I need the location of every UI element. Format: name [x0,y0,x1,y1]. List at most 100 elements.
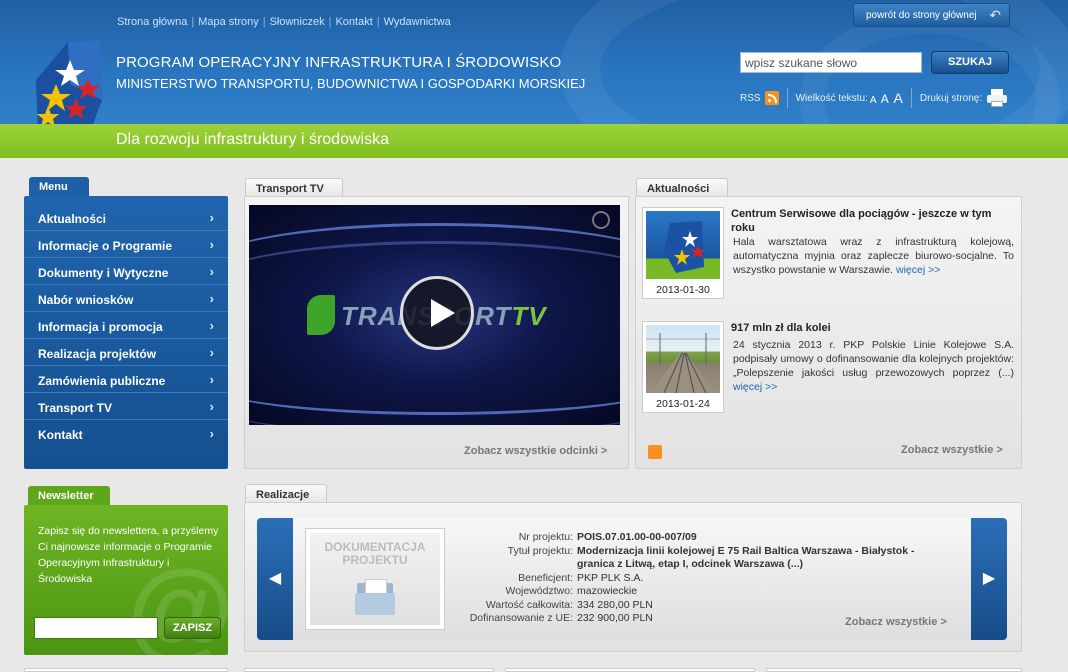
rss-icon[interactable] [648,445,662,459]
play-icon[interactable] [400,276,474,350]
printer-icon[interactable] [987,89,1008,107]
folder-icon [355,579,395,615]
see-all-news-link[interactable]: Zobacz wszystkie > [901,444,1003,456]
menu-item-label: Aktualności [38,212,107,226]
menu-item-nabor-wnioskow[interactable]: Nabór wniosków › [24,285,228,312]
carousel-next-button[interactable]: ▶ [971,518,1007,640]
project-details: Nr projektu: POIS.07.01.00-00-007/09 Tytu… [462,531,947,626]
menu-item-label: Kontakt [38,428,83,442]
menu-item-label: Informacje o Programie [38,239,173,253]
menu-item-aktualnosci[interactable]: Aktualności › [24,204,228,231]
menu-item-dokumenty[interactable]: Dokumenty i Wytyczne › [24,258,228,285]
font-size-small[interactable]: A [870,95,876,106]
menu-item-label: Nabór wniosków [38,293,134,307]
panel-edge [766,668,1022,672]
divider [786,88,788,108]
ministry-name: MINISTERSTWO TRANSPORTU, BUDOWNICTWA I G… [116,76,586,91]
font-size-large[interactable]: A [894,90,903,106]
font-size-options: A A A [868,90,903,106]
divider [910,88,912,108]
panel-edge [24,668,228,672]
menu-item-label: Zamówienia publiczne [38,374,166,388]
search-button[interactable]: SZUKAJ [931,51,1009,74]
project-row: Nr projektu: POIS.07.01.00-00-007/09 [518,531,697,543]
return-arrow-icon: ↶ [989,7,1001,23]
transport-tv-panel: TRANSPORTTV Zobacz wszystkie odcinki > [244,196,629,469]
news-title[interactable]: 917 mln zł dla kolei [731,321,1016,335]
nav-link-home[interactable]: Strona główna [117,16,187,28]
read-more-link[interactable]: więcej >> [733,381,777,393]
newsletter-panel: @ Zapisz się do newslettera, a przyślemy… [24,505,228,655]
top-navigation: Strona główna | Mapa strony | Słowniczek | Kon… [117,16,451,28]
font-size-medium[interactable]: A [881,92,889,106]
chevron-right-icon: › [209,210,214,225]
news-thumbnail[interactable]: 2013-01-24 [642,321,724,413]
chevron-right-icon: › [209,345,214,360]
news-date: 2013-01-30 [656,284,710,296]
read-more-link[interactable]: więcej >> [896,264,940,276]
projects-tab: Realizacje [245,484,327,504]
eu-programme-logo[interactable] [30,40,108,124]
print-label: Drukuj stronę: [919,92,983,104]
search-input[interactable] [740,52,922,73]
video-player[interactable]: TRANSPORTTV [249,205,620,425]
player-settings-icon[interactable] [592,211,610,229]
chevron-right-icon: › [209,237,214,252]
project-row: Województwo: mazowieckie [505,585,638,597]
menu-item-label: Realizacja projektów [38,347,157,361]
chevron-right-icon: › [209,399,214,414]
main-menu: Aktualności › Informacje o Programie › Dok… [24,196,228,469]
chevron-right-icon: › [209,318,214,333]
chevron-right-icon: › [209,426,214,441]
header-tools: RSS Wielkość tekstu: A A A Drukuj stronę… [740,88,1008,108]
menu-item-transport-tv[interactable]: Transport TV › [24,393,228,420]
menu-item-label: Dokumenty i Wytyczne [38,266,169,280]
home-button[interactable]: powrót do strony głównej ↶ [853,3,1010,27]
arrow-left-icon: ◀ [268,570,282,587]
arrow-right-icon: ▶ [982,570,996,587]
news-date: 2013-01-24 [656,398,710,410]
menu-item-kontakt[interactable]: Kontakt › [24,420,228,447]
nav-link-sitemap[interactable]: Mapa strony [198,16,259,28]
chevron-right-icon: › [209,372,214,387]
panel-edge [505,668,755,672]
projects-panel: ◀ DOKUMENTACJA PROJEKTU Nr projektu: POIS.… [244,502,1022,652]
program-title: PROGRAM OPERACYJNY INFRASTRUKTURA I ŚROD… [116,54,562,71]
menu-item-realizacja-projektow[interactable]: Realizacja projektów › [24,339,228,366]
home-button-label: powrót do strony głównej [866,10,977,21]
font-size-label: Wielkość tekstu: [795,92,868,104]
header: Strona główna | Mapa strony | Słowniczek | Kon… [0,0,1068,124]
menu-item-informacja-i-promocja[interactable]: Informacja i promocja › [24,312,228,339]
panel-edge [244,668,494,672]
newsletter-tab: Newsletter [28,486,110,506]
see-all-episodes-link[interactable]: Zobacz wszystkie odcinki > [464,445,607,457]
chevron-right-icon: › [209,264,214,279]
carousel-prev-button[interactable]: ◀ [257,518,293,640]
project-row: Beneficjent: PKP PLK S.A. [518,571,644,584]
project-row: Wartość całkowita: 334 280,00 PLN [485,598,653,611]
menu-item-label: Informacja i promocja [38,320,163,334]
newsletter-subscribe-button[interactable]: ZAPISZ [164,617,221,639]
nav-link-glossary[interactable]: Słowniczek [270,16,325,28]
rss-label: RSS [740,92,761,104]
news-panel: 2013-01-30 Centrum Serwisowe dla pociągó… [635,196,1022,469]
chevron-right-icon: › [209,291,214,306]
see-all-projects-link[interactable]: Zobacz wszystkie > [845,616,947,628]
transport-tv-tab: Transport TV [245,178,343,198]
news-body: Hala warsztatowa wraz z infrastrukturą k… [733,236,1014,276]
news-title[interactable]: Centrum Serwisowe dla pociągów - jeszcze… [731,207,1016,235]
menu-item-informacje-o-programie[interactable]: Informacje o Programie › [24,231,228,258]
newsletter-text: Zapisz się do newslettera, a przyślemy C… [38,525,219,585]
menu-item-zamowienia-publiczne[interactable]: Zamówienia publiczne › [24,366,228,393]
rss-icon[interactable] [764,91,779,105]
news-thumbnail[interactable]: 2013-01-30 [642,207,724,299]
newsletter-email-field[interactable] [34,617,158,639]
news-tab: Aktualności [636,178,728,198]
nav-link-publications[interactable]: Wydawnictwa [384,16,451,28]
nav-link-contact[interactable]: Kontakt [335,16,372,28]
project-row: Tytuł projektu: Modernizacja linii kolejo… [507,544,915,571]
menu-item-label: Transport TV [38,401,113,415]
news-body: 24 stycznia 2013 r. PKP Polskie Linie Ko… [733,339,1014,393]
news-image [646,325,720,393]
project-documentation[interactable]: DOKUMENTACJA PROJEKTU [305,528,445,630]
